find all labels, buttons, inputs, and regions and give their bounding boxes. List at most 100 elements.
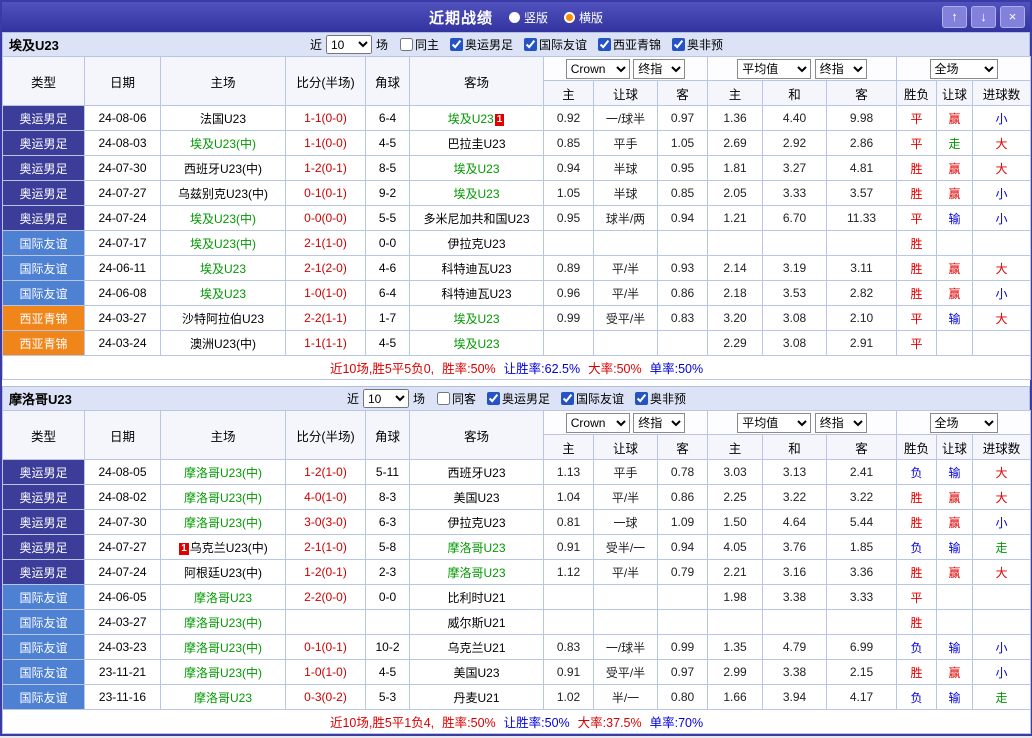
avg-stage-select[interactable]: 终指 [814,412,867,433]
corner-cell: 5-8 [365,534,410,560]
same-venue-filter[interactable]: 同主 [396,37,439,52]
avg-draw-cell [762,609,827,635]
match-row: 奥运男足 24-08-06 法国U23 1-1(0-0) 6-4 埃及U23 1 0.92 一/… [2,105,1032,131]
odds-handicap-cell: 平/半 [593,484,658,510]
same-venue-filter-checkbox[interactable] [399,37,413,51]
filter-prefix-label: 近 [309,37,322,52]
home-team-cell: 摩洛哥U23(中) [160,609,286,635]
league-filter[interactable]: 西亚青锦 [594,37,661,52]
corner-cell: 5-11 [365,459,410,485]
odds-home-cell [543,230,594,256]
stats-segment: 大率:50% [588,362,642,376]
result-cell: 负 [896,684,938,710]
goals-result-cell: 大 [972,305,1032,331]
team-name-text: 比利时U21 [447,590,506,605]
odds-stage-select[interactable]: 终指 [633,58,686,79]
match-scope-select[interactable]: 全场 [929,58,998,79]
radio-horizontal-label: 横版 [579,10,604,25]
match-type-cell: 奥运男足 [2,459,85,485]
away-team-cell: 伊拉克U23 [409,509,544,535]
match-type-cell: 国际友谊 [2,230,85,256]
league-filter[interactable]: 国际友谊 [557,391,624,406]
handicap-result-cell: 输 [936,684,974,710]
home-team-cell: 西班牙U23(中) [160,155,286,181]
odds-handicap-cell: 平手 [593,459,658,485]
home-team-cell: 沙特阿拉伯U23 [160,305,286,331]
results-table: 类型 日期 主场 比分(半场) 角球 客场 Crown 终指 平均值 终指 全场… [1,410,1032,734]
score-cell: 0-0(0-0) [285,205,366,231]
score-cell: 1-0(1-0) [285,280,366,306]
handicap-result-cell: 输 [936,534,974,560]
col-header-result: 胜负 [896,434,938,460]
layout-radio-horizontal[interactable]: 横版 [564,9,603,26]
league-filter-checkbox[interactable] [561,391,575,405]
team-name-text: 美国U23 [453,665,500,680]
match-type-cell: 奥运男足 [2,509,85,535]
handicap-result-cell: 赢 [936,155,974,181]
league-filter[interactable]: 奥运男足 [446,37,513,52]
handicap-result-cell: 赢 [936,255,974,281]
match-row: 奥运男足 24-08-05 摩洛哥U23(中) 1-2(1-0) 5-11 西班牙U23 1… [2,459,1032,485]
results-table: 类型 日期 主场 比分(半场) 角球 客场 Crown 终指 平均值 终指 全场… [1,56,1032,380]
result-cell: 平 [896,130,938,156]
odds-handicap-cell: 一/球半 [593,634,658,660]
scope-header-cell: 全场 [896,56,1032,81]
col-header-handicap-result: 让球 [936,434,974,460]
avg-stage-select[interactable]: 终指 [814,58,867,79]
bookmaker-select[interactable]: Crown [565,412,630,433]
odds-home-cell [543,609,594,635]
col-header-corner: 角球 [365,56,410,106]
league-filter-checkbox[interactable] [598,37,612,51]
col-header-score: 比分(半场) [285,410,366,460]
games-count-select[interactable]: 10 [362,389,409,409]
away-team-cell: 乌克兰U21 [409,634,544,660]
odds-away-cell: 0.94 [657,205,708,231]
avg-draw-cell: 3.94 [762,684,827,710]
odds-stage-select[interactable]: 终指 [633,412,686,433]
avg-away-cell: 9.98 [825,105,898,131]
same-venue-filter-checkbox[interactable] [436,391,450,405]
avg-away-cell: 5.44 [825,509,898,535]
odds-home-cell: 1.12 [543,559,594,585]
home-team-cell: 澳洲U23(中) [160,330,286,356]
odds-away-cell: 0.95 [657,155,708,181]
bookmaker-select[interactable]: Crown [565,58,630,79]
league-filter-checkbox[interactable] [672,37,686,51]
league-filter-checkbox[interactable] [524,37,537,51]
league-filter[interactable]: 奥非预 [631,391,686,406]
match-row: 国际友谊 24-07-17 埃及U23(中) 2-1(1-0) 0-0 伊拉克U23 胜 [2,230,1032,256]
same-venue-filter[interactable]: 同客 [433,391,476,406]
match-scope-select[interactable]: 全场 [929,412,998,433]
avg-draw-cell: 3.19 [762,255,827,281]
result-cell: 平 [896,205,938,231]
avg-header-cell: 平均值 终指 [706,56,898,81]
home-team-cell: 埃及U23(中) [160,205,286,231]
league-filter[interactable]: 奥非预 [668,37,723,52]
layout-radio-vertical[interactable]: 竖版 [508,9,548,26]
match-row: 奥运男足 24-07-30 摩洛哥U23(中) 3-0(3-0) 6-3 伊拉克U23 0.… [2,509,1032,535]
league-filter[interactable]: 奥运男足 [483,391,550,406]
goals-result-cell: 大 [972,459,1032,485]
goals-result-cell: 大 [972,155,1032,181]
close-button[interactable]: × [1000,6,1025,28]
stats-segment: 胜率:50% [442,716,496,730]
team-name-text: 摩洛哥U23(中) [183,490,262,505]
goals-result-cell: 走 [972,684,1032,710]
match-row: 国际友谊 23-11-21 摩洛哥U23(中) 1-0(1-0) 4-5 美国U23 0.9… [2,659,1032,685]
match-type-cell: 国际友谊 [2,684,85,710]
avg-source-select[interactable]: 平均值 [737,412,812,433]
goals-result-cell: 小 [972,180,1032,206]
move-up-button[interactable]: ↑ [942,6,967,28]
avg-source-select[interactable]: 平均值 [737,58,812,79]
corner-cell: 10-2 [365,634,410,660]
league-filter-checkbox[interactable] [449,37,463,51]
odds-handicap-cell: 一/球半 [593,105,658,131]
team-name: 摩洛哥U23 [9,392,72,407]
league-filter[interactable]: 国际友谊 [520,37,587,52]
league-filter-checkbox[interactable] [487,391,500,405]
league-filter-checkbox[interactable] [635,391,649,405]
games-count-select[interactable]: 10 [325,35,372,55]
goals-result-cell [972,230,1032,256]
move-down-button[interactable]: ↓ [971,6,996,28]
window-title: 近期战绩 [428,9,493,27]
